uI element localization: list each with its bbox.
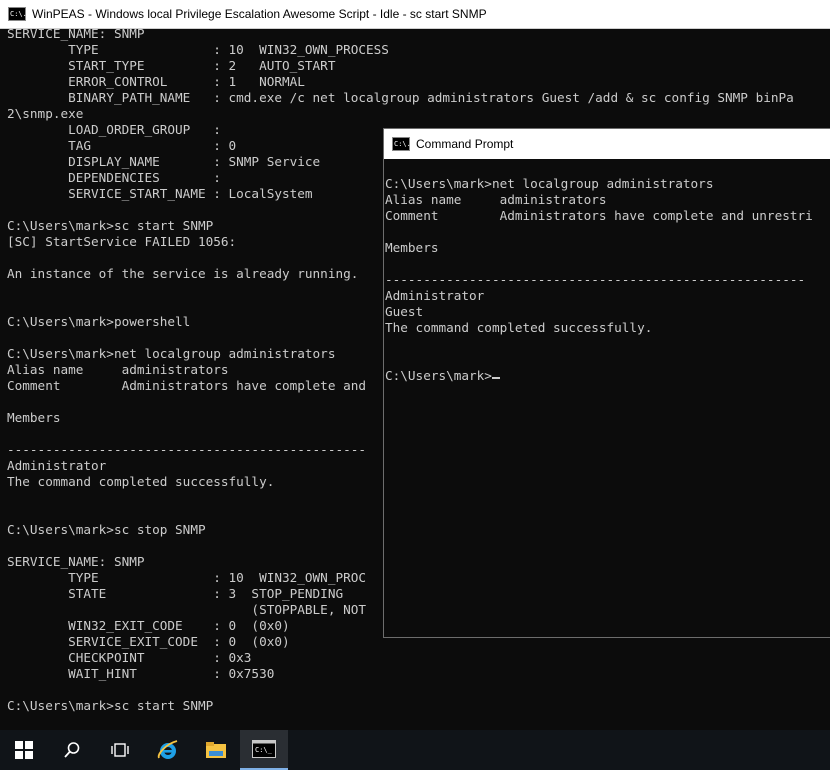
- console-line: START_TYPE : 2 AUTO_START: [7, 58, 336, 73]
- console-line: ----------------------------------------…: [385, 272, 806, 287]
- windows-start-icon: [15, 741, 33, 759]
- start-button[interactable]: [0, 730, 48, 770]
- console-line: The command completed successfully.: [385, 320, 653, 335]
- prompt-text: C:\Users\mark>: [385, 368, 492, 383]
- command-prompt-window[interactable]: C:\. Command Prompt C:\Users\mark>net lo…: [383, 128, 830, 638]
- console-line: C:\Users\mark>net localgroup administrat…: [385, 176, 714, 191]
- internet-explorer-button[interactable]: [144, 730, 192, 770]
- text-cursor: [491, 377, 500, 379]
- console-line: C:\Users\mark>sc start SNMP: [7, 698, 214, 713]
- console-line: ERROR_CONTROL : 1 NORMAL: [7, 74, 305, 89]
- winpeas-window-title: WinPEAS - Windows local Privilege Escala…: [32, 7, 487, 21]
- search-icon: [64, 742, 80, 758]
- prompt-line[interactable]: C:\Users\mark>: [385, 368, 830, 384]
- console-app-icon: C:\.: [392, 137, 411, 151]
- console-line: SERVICE_NAME: SNMP: [7, 26, 145, 41]
- console-line: Administrator: [385, 288, 485, 303]
- command-prompt-title-bar[interactable]: C:\. Command Prompt: [384, 129, 830, 159]
- console-line: Guest: [385, 304, 424, 319]
- console-line: WAIT_HINT : 0x7530: [7, 666, 275, 681]
- search-button[interactable]: [48, 730, 96, 770]
- command-prompt-icon: C:\_: [252, 740, 276, 758]
- console-line: Alias name administrators: [385, 192, 607, 207]
- console-app-icon: C:\.: [8, 7, 27, 21]
- taskbar: C:\_: [0, 730, 830, 770]
- svg-text:C:\_: C:\_: [255, 746, 273, 754]
- console-line: TYPE : 10 WIN32_OWN_PROCESS: [7, 42, 389, 57]
- console-line: Members: [385, 240, 439, 255]
- task-view-icon: [111, 743, 129, 757]
- console-line: BINARY_PATH_NAME : cmd.exe /c net localg…: [7, 90, 794, 105]
- console-line: Comment Administrators have complete and…: [385, 208, 813, 223]
- console-line: 2\snmp.exe: [7, 106, 84, 121]
- internet-explorer-icon: [157, 740, 178, 759]
- command-prompt-output[interactable]: C:\Users\mark>net localgroup administrat…: [385, 176, 830, 384]
- command-prompt-title: Command Prompt: [416, 137, 514, 151]
- console-line: CHECKPOINT : 0x3: [7, 650, 252, 665]
- command-prompt-taskbar-button[interactable]: C:\_: [240, 730, 288, 770]
- winpeas-title-bar[interactable]: C:\. WinPEAS - Windows local Privilege E…: [0, 0, 830, 29]
- file-explorer-icon: [206, 742, 226, 758]
- task-view-button[interactable]: [96, 730, 144, 770]
- file-explorer-button[interactable]: [192, 730, 240, 770]
